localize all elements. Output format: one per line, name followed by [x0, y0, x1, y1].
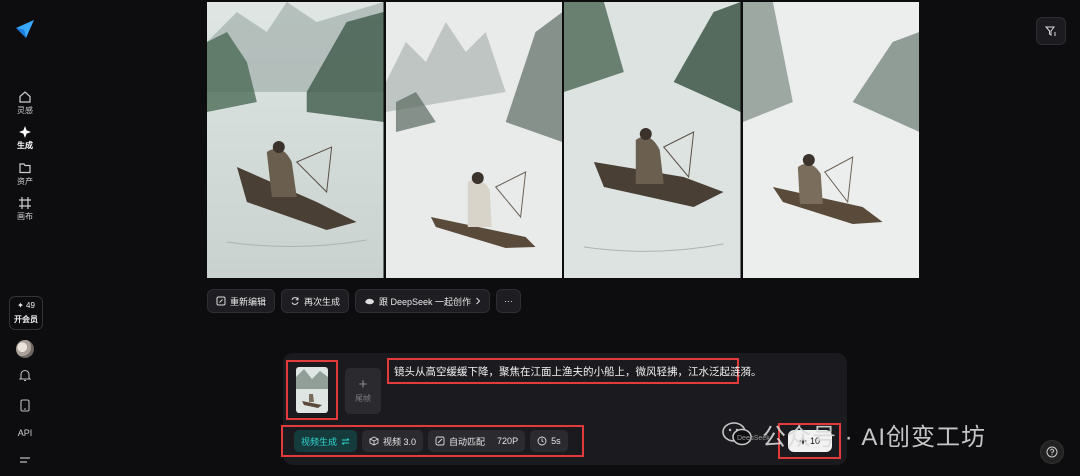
menu-icon[interactable]: [0, 456, 50, 469]
prompt-input[interactable]: 镜头从高空缓缓下降，聚焦在江面上渔夫的小船上，微风轻拂，江水泛起涟漪。: [387, 358, 762, 384]
resolution-label: 720P: [497, 436, 519, 446]
ratio-resolution-select[interactable]: 自动匹配 720P: [428, 430, 526, 452]
swap-icon: [341, 437, 350, 445]
api-link[interactable]: API: [0, 428, 50, 438]
home-icon: [19, 91, 31, 103]
whale-icon: [365, 298, 375, 304]
wechat-icon: [722, 422, 752, 446]
bell-icon[interactable]: [0, 369, 50, 385]
sidebar-item-label: 灵感: [17, 106, 33, 115]
deepseek-label: 跟 DeepSeek 一起创作: [379, 296, 472, 307]
vip-label: 开会员: [14, 315, 38, 324]
duration-select[interactable]: 5s: [530, 430, 568, 452]
regenerate-button[interactable]: 再次生成: [281, 289, 350, 313]
generated-image[interactable]: [207, 2, 384, 278]
generated-image[interactable]: [564, 2, 741, 278]
credits-count: ✦ 49: [17, 301, 35, 310]
cube-icon: [369, 436, 379, 446]
avatar[interactable]: [16, 340, 34, 358]
sidebar-item-label: 生成: [17, 141, 33, 150]
generated-image[interactable]: [742, 2, 919, 278]
aspect-ratio-icon: [435, 436, 445, 446]
result-actions: 重新编辑 再次生成 跟 DeepSeek 一起创作 ···: [207, 289, 522, 313]
sidebar-item-canvas[interactable]: 画布: [0, 196, 50, 222]
ratio-label: 自动匹配: [449, 436, 486, 447]
mode-select[interactable]: 视频生成: [294, 430, 358, 452]
add-tail-frame-button[interactable]: + 尾帧: [345, 368, 381, 414]
refresh-icon: [291, 297, 299, 305]
duration-label: 5s: [551, 436, 561, 446]
folder-icon: [19, 163, 31, 174]
model-select[interactable]: 视频 3.0: [362, 430, 424, 452]
model-label: 视频 3.0: [383, 436, 417, 447]
mode-label: 视频生成: [301, 436, 338, 447]
sparkle-icon: [19, 126, 31, 138]
watermark-text: 公众号 · AI创变工坊: [762, 423, 987, 451]
credits-vip-button[interactable]: ✦ 49 开会员: [9, 296, 43, 330]
mobile-icon[interactable]: [0, 399, 50, 415]
regenerate-label: 再次生成: [304, 296, 341, 307]
plus-icon: +: [358, 376, 368, 393]
sidebar-item-inspiration[interactable]: 灵感: [0, 90, 50, 116]
watermark-sub: DeepSeek: [737, 435, 770, 442]
help-button[interactable]: [1040, 440, 1064, 464]
clock-icon: [537, 436, 547, 446]
reedit-label: 重新编辑: [230, 296, 267, 307]
sidebar-item-label: 资产: [17, 177, 33, 186]
sidebar-item-label: 画布: [17, 212, 33, 221]
reedit-button[interactable]: 重新编辑: [207, 289, 276, 313]
sidebar: 灵感 生成 资产 画布 ✦ 49 开会员 API: [0, 0, 50, 476]
watermark: 公众号 · AI创变工坊: [722, 416, 986, 452]
app-logo-icon[interactable]: [14, 18, 36, 40]
generation-options: 视频生成 视频 3.0 自动匹配 720P 5s: [281, 425, 584, 457]
more-button[interactable]: ···: [496, 289, 522, 313]
deepseek-create-button[interactable]: 跟 DeepSeek 一起创作: [355, 289, 491, 313]
first-frame-image[interactable]: [286, 360, 338, 420]
generated-image-gallery: [207, 2, 919, 278]
tail-frame-label: 尾帧: [355, 394, 371, 403]
sidebar-item-assets[interactable]: 资产: [0, 161, 50, 187]
question-icon: [1046, 446, 1058, 458]
edit-icon: [216, 296, 226, 306]
more-icon: ···: [504, 296, 514, 306]
filter-button[interactable]: [1036, 17, 1066, 45]
chevron-right-icon: [476, 297, 481, 305]
canvas-icon: [19, 197, 31, 209]
generated-image[interactable]: [385, 2, 562, 278]
sidebar-item-generate[interactable]: 生成: [0, 125, 50, 151]
filter-icon: [1045, 26, 1056, 36]
